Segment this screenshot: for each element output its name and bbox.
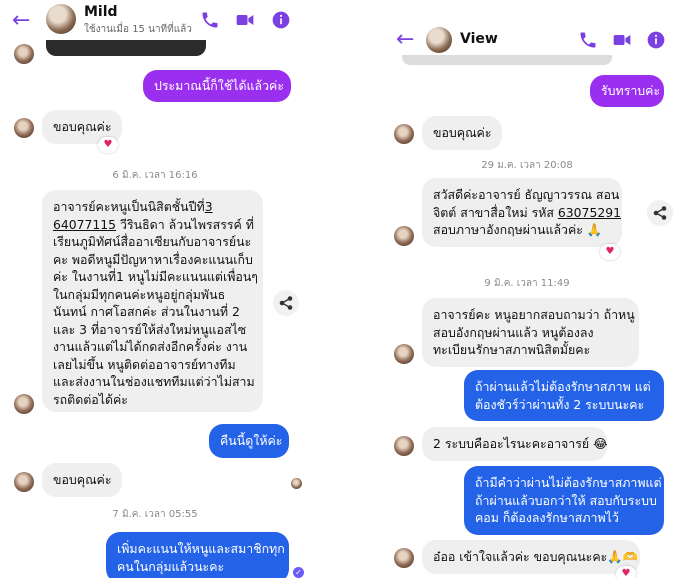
video-camera-icon[interactable]	[235, 10, 255, 30]
back-arrow-icon[interactable]: ←	[12, 10, 30, 32]
video-camera-icon[interactable]	[612, 30, 632, 50]
avatar	[14, 44, 34, 64]
info-icon[interactable]	[271, 10, 291, 30]
student-id-link[interactable]: 63075291	[558, 205, 621, 220]
sent-message[interactable]: เพิ่มคะแนนให้หนูและสมาชิกทุก คนในกลุ่มแล…	[106, 532, 289, 578]
sent-message[interactable]: ประมาณนี้ก็ใช้ได้แล้วค่ะ	[143, 70, 291, 102]
avatar[interactable]	[426, 27, 452, 53]
previous-media[interactable]	[46, 40, 206, 56]
received-message[interactable]: อาจารย์คะ หนูอยากสอบถามว่า ถ้าหนู สอบอัง…	[422, 298, 639, 367]
avatar	[394, 226, 414, 246]
info-icon[interactable]	[646, 30, 666, 50]
received-message[interactable]: 2 ระบบคืออะไรนะคะอาจารย์ 😂	[422, 427, 608, 461]
share-button[interactable]	[647, 200, 673, 226]
contact-name[interactable]: Mild	[84, 4, 118, 20]
share-button[interactable]	[273, 290, 299, 316]
timestamp: 29 ม.ค. เวลา 20:08	[481, 160, 573, 171]
seen-check-icon: ✓	[293, 567, 304, 578]
message-text: สอบภาษาอังกฤษผ่านแล้วค่ะ 🙏	[433, 222, 603, 237]
avatar	[14, 118, 34, 138]
sent-message[interactable]: คืนนี้ดูให้ค่ะ	[209, 424, 289, 458]
avatar	[394, 344, 414, 364]
back-arrow-icon[interactable]: ←	[396, 29, 414, 51]
timestamp: 9 มิ.ค. เวลา 11:49	[484, 278, 570, 289]
chat-panel-view: ← View รับทราบค่ะ ขอบคุณค่ะ 29 ม.ค. เวลา…	[372, 0, 675, 578]
share-icon	[279, 296, 293, 310]
timestamp: 7 มิ.ค. เวลา 05:55	[112, 509, 198, 520]
received-message[interactable]: ขอบคุณค่ะ	[42, 463, 122, 497]
chat-panel-mild: ← Mild ใช้งานเมื่อ 15 นาทีที่แล้ว ประมาณ…	[0, 0, 312, 578]
message-text: วีรินธิดา ล้วนไพรสรรค์ ที่ เรียนภูมิทัศน…	[53, 216, 258, 407]
avatar	[394, 124, 414, 144]
share-icon	[653, 206, 667, 220]
chat-header: ← Mild ใช้งานเมื่อ 15 นาทีที่แล้ว	[0, 0, 312, 40]
sent-message[interactable]: ถ้าผ่านแล้วไม่ต้องรักษาสภาพ แต่ ต้องชัวร…	[464, 370, 664, 421]
message-text: อาจารย์คะหนูเป็นนิสิตชั้นปีที่	[53, 199, 205, 214]
received-message[interactable]: อ๋ออ เข้าใจแล้วค่ะ ขอบคุณนะคะ🙏🫶	[422, 540, 640, 574]
student-id-link[interactable]: 64077115	[53, 217, 116, 232]
received-message[interactable]: อาจารย์คะหนูเป็นนิสิตชั้นปีที่3 64077115…	[42, 190, 263, 412]
chat-header: ← View	[372, 0, 675, 53]
student-id-link[interactable]: 3	[205, 199, 213, 214]
avatar	[394, 548, 414, 568]
received-message[interactable]: สวัสดีค่ะอาจารย์ ธัญญาวรรณ สอน จิตต์ สาข…	[422, 178, 622, 247]
heart-icon[interactable]: ♥	[98, 137, 118, 153]
sent-message[interactable]: ถ้ามีคำว่าผ่านไม่ต้องรักษาสภาพแต่ ถ้าผ่า…	[464, 466, 664, 535]
heart-icon[interactable]: ♥	[600, 244, 620, 260]
seen-avatar	[291, 478, 302, 489]
avatar	[394, 436, 414, 456]
heart-icon[interactable]: ♥	[616, 566, 636, 578]
phone-icon[interactable]	[578, 30, 598, 50]
avatar	[14, 394, 34, 414]
received-message[interactable]: ขอบคุณค่ะ	[422, 116, 502, 150]
contact-name[interactable]: View	[460, 31, 498, 47]
active-status: ใช้งานเมื่อ 15 นาทีที่แล้ว	[84, 24, 192, 35]
previous-media[interactable]	[402, 55, 612, 65]
timestamp: 6 มิ.ค. เวลา 16:16	[112, 170, 198, 181]
sent-message[interactable]: รับทราบค่ะ	[590, 75, 664, 107]
avatar[interactable]	[46, 4, 76, 34]
phone-icon[interactable]	[200, 10, 220, 30]
avatar	[14, 472, 34, 492]
